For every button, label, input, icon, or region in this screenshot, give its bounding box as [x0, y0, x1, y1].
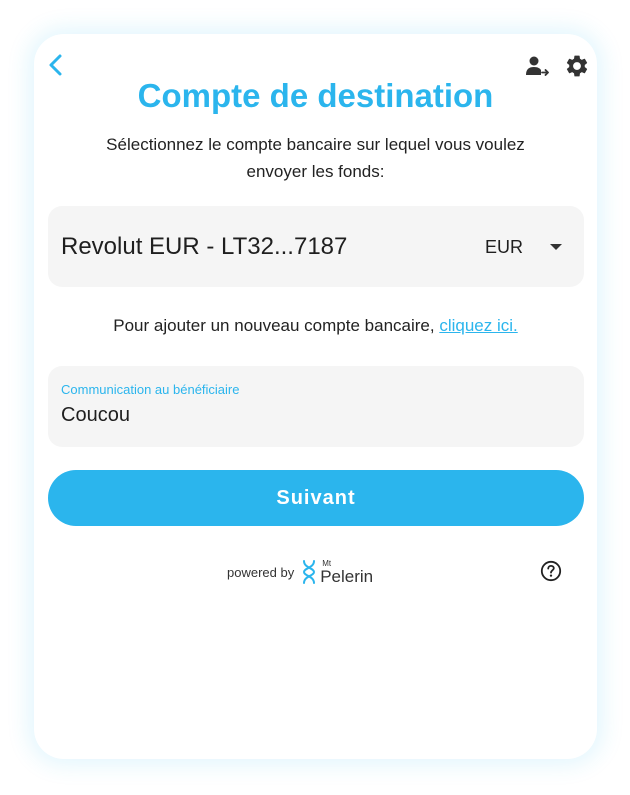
caret-down-icon: [550, 244, 562, 250]
add-account-message: Pour ajouter un nouveau compte bancaire,: [113, 316, 440, 335]
communication-field[interactable]: Communication au bénéficiaire: [48, 366, 584, 447]
bank-account-select[interactable]: Revolut EUR - LT32...7187 EUR: [48, 206, 584, 287]
mt-pelerin-logo: Mt Pelerin: [301, 559, 373, 585]
user-transfer-icon: [526, 56, 549, 76]
help-circle-icon: [540, 560, 562, 582]
chevron-left-icon: [49, 54, 62, 76]
pelerin-logo-icon: [303, 560, 316, 584]
currency-label: EUR: [485, 237, 524, 257]
communication-input[interactable]: [61, 401, 561, 429]
selected-account-label: Revolut EUR - LT32...7187: [61, 233, 348, 260]
widget-card: Compte de destination Sélectionnez le co…: [34, 34, 597, 759]
back-button[interactable]: [44, 52, 68, 78]
help-button[interactable]: [540, 560, 562, 582]
page-title: Compte de destination: [137, 77, 494, 114]
add-account-text: Pour ajouter un nouveau compte bancaire,…: [34, 315, 597, 337]
powered-by[interactable]: powered by Mt Pelerin: [227, 558, 373, 586]
user-transfer-button[interactable]: [525, 55, 549, 77]
page-subtitle: Sélectionnez le compte bancaire sur lequ…: [106, 135, 525, 181]
communication-label: Communication au bénéficiaire: [61, 382, 240, 397]
next-button[interactable]: Suivant: [48, 470, 584, 526]
powered-by-text: powered by: [227, 564, 295, 580]
logo-name-text: Pelerin: [320, 566, 374, 586]
add-account-link[interactable]: cliquez ici.: [439, 316, 517, 335]
